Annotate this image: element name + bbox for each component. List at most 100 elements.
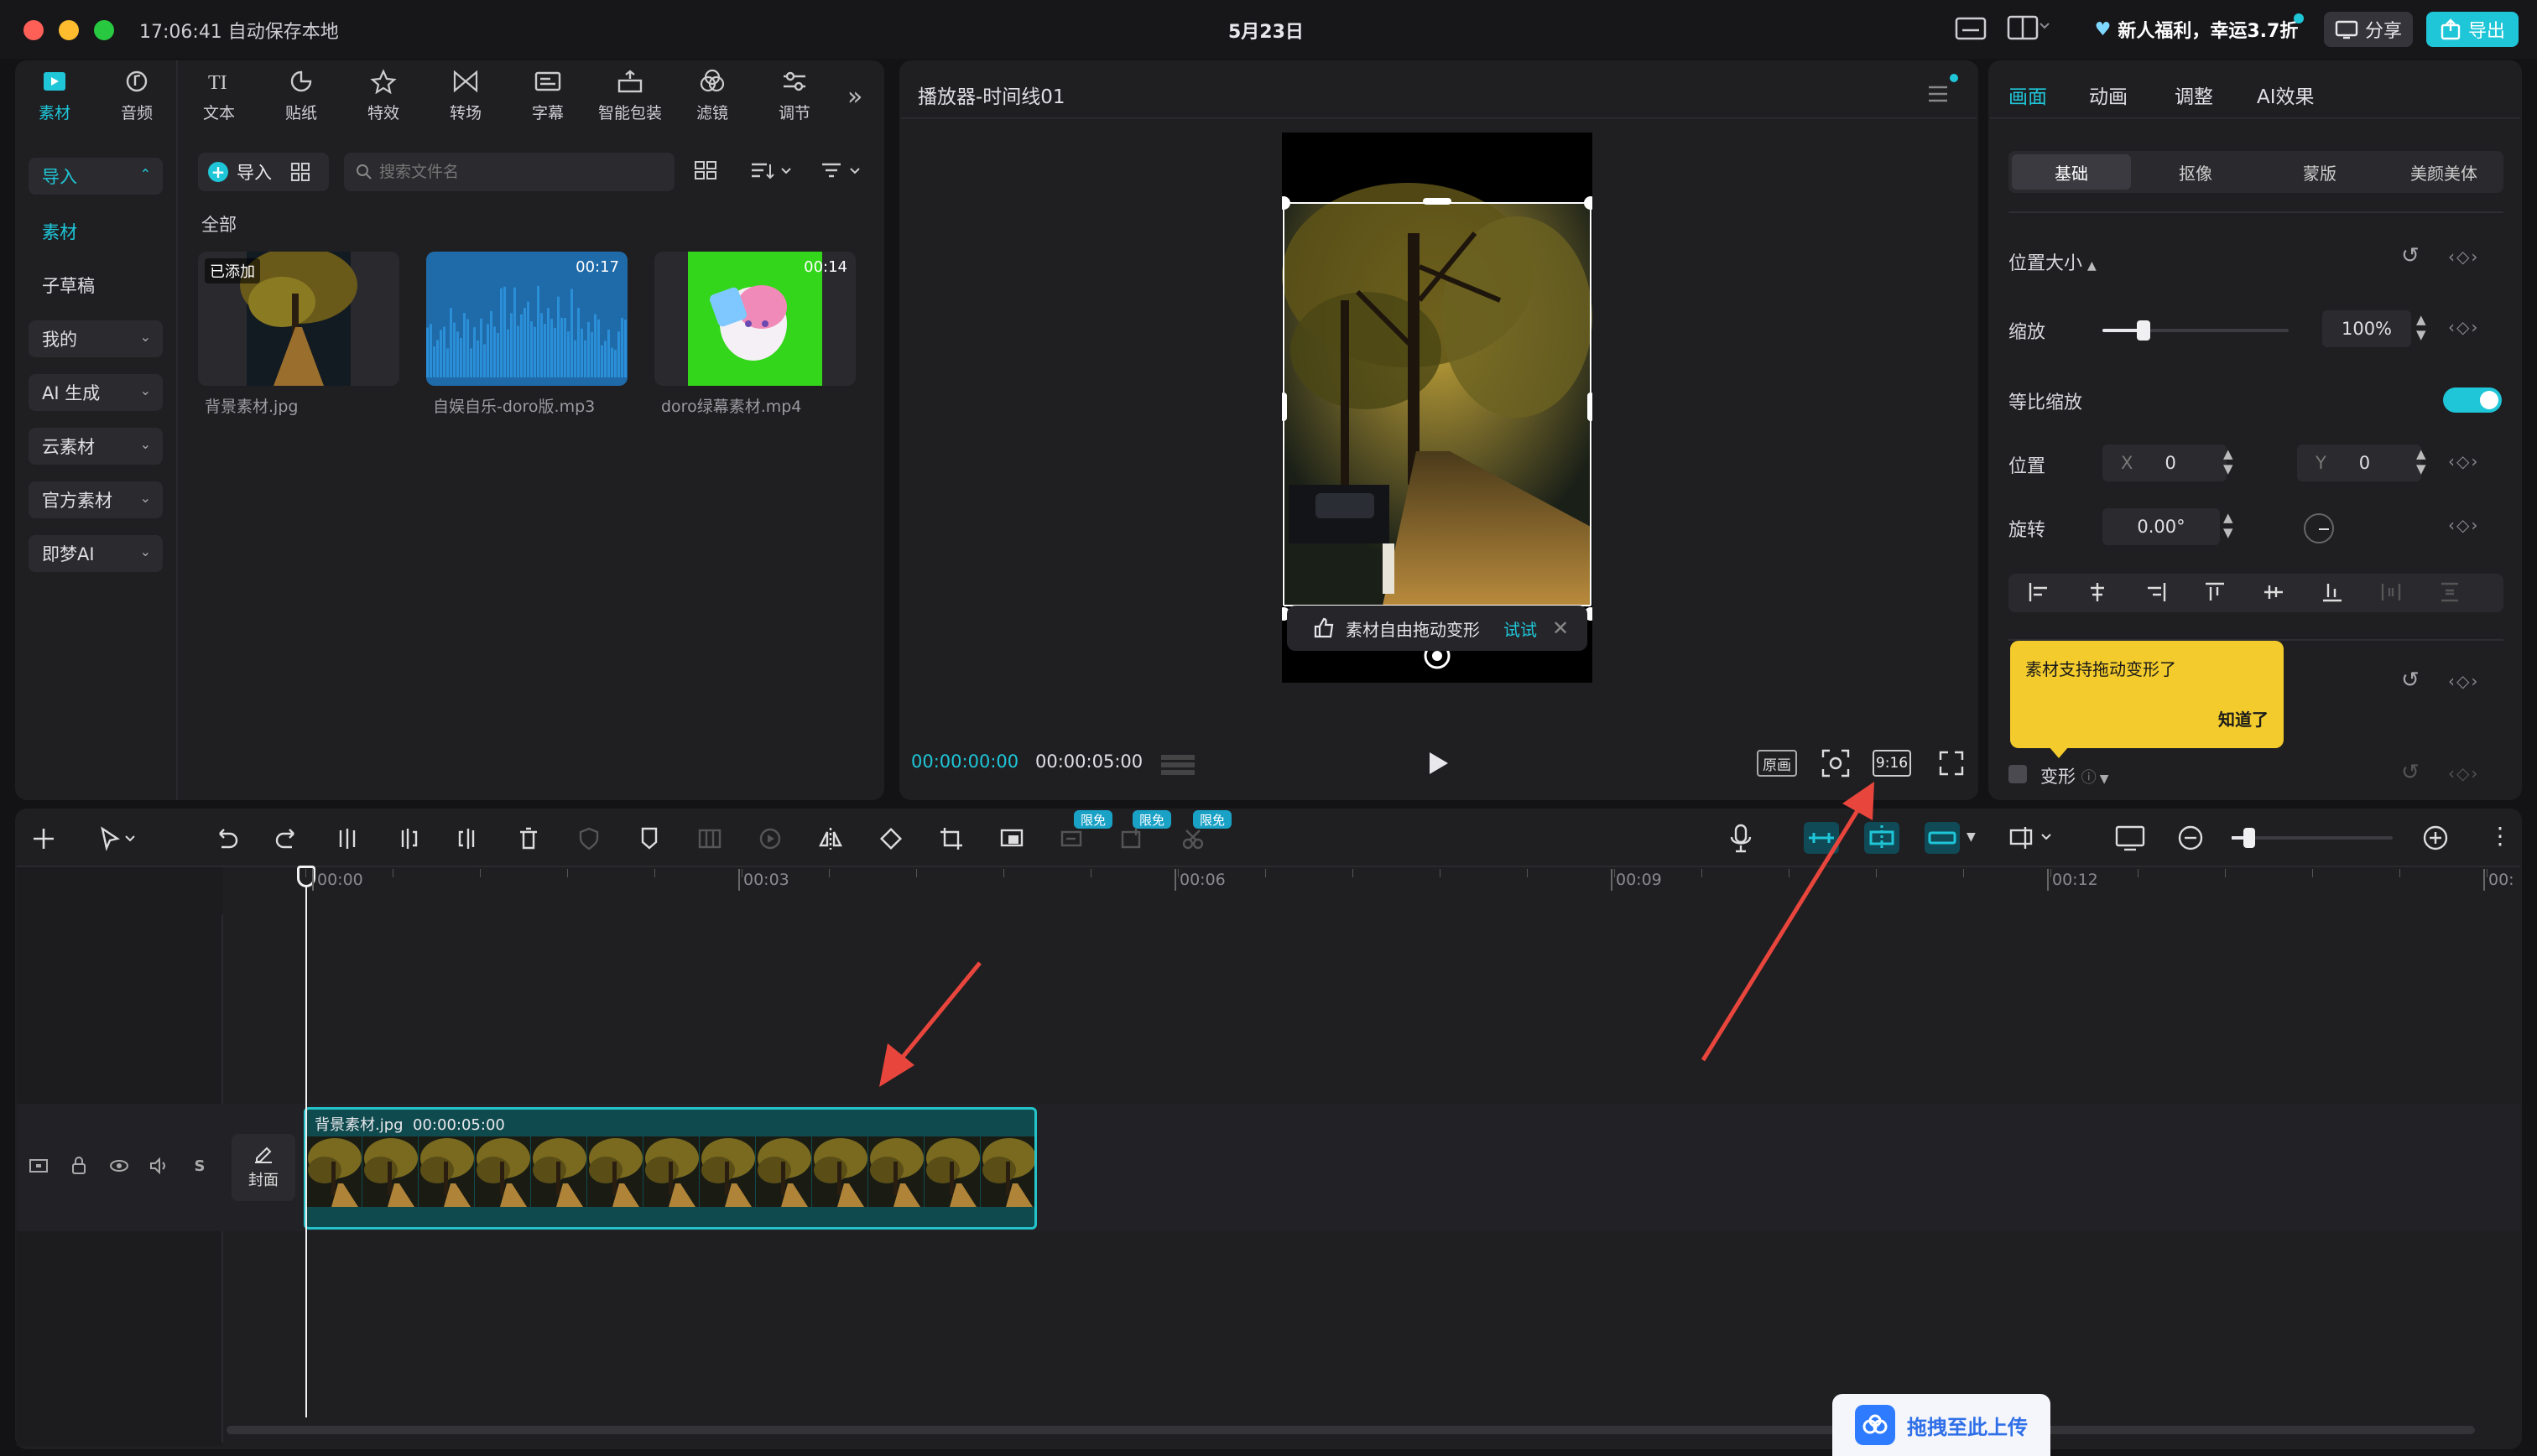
distribute-v-icon[interactable] xyxy=(2438,580,2461,604)
nav-item-0[interactable]: 导入 ⌃ xyxy=(29,158,163,195)
tab-sticker[interactable]: 贴纸 xyxy=(263,69,339,126)
keyframe-nav-icon[interactable]: ‹◇› xyxy=(2448,763,2479,783)
search-input[interactable] xyxy=(379,163,656,181)
reset-icon[interactable]: ↺ xyxy=(2401,760,2420,785)
transform-checkbox[interactable] xyxy=(2008,765,2027,783)
share-button[interactable]: 分享 xyxy=(2324,12,2413,47)
shortcut-icon[interactable] xyxy=(1955,15,1987,42)
sort-icon[interactable] xyxy=(748,158,795,183)
view-mode-icon[interactable] xyxy=(693,158,722,183)
tab-effects[interactable]: 特效 xyxy=(346,69,421,126)
distribute-h-icon[interactable] xyxy=(2379,580,2403,604)
align-center-v-icon[interactable] xyxy=(2262,580,2285,604)
freeze-icon[interactable] xyxy=(691,820,728,857)
zoom-out-icon[interactable] xyxy=(2176,824,2205,852)
screen-icon[interactable] xyxy=(2114,824,2146,852)
resize-icon[interactable] xyxy=(993,820,1030,857)
help-icon[interactable]: ⓘ xyxy=(2081,769,2097,787)
undo-icon[interactable] xyxy=(208,820,245,857)
media-item-greenscreen[interactable]: 00:14 xyxy=(654,252,856,386)
marker-icon[interactable] xyxy=(631,820,668,857)
scale-value-field[interactable]: 100% xyxy=(2322,310,2411,347)
scale-slider-knob[interactable] xyxy=(2136,320,2150,341)
reset-icon[interactable]: ↺ xyxy=(2401,668,2420,693)
timeline-scrollbar[interactable] xyxy=(227,1426,2475,1434)
smart-crop-icon[interactable] xyxy=(1114,820,1151,857)
rotate-dial[interactable] xyxy=(2304,513,2334,543)
keyframe-nav-icon[interactable]: ‹◇› xyxy=(2448,451,2479,471)
scale-stepper-icon[interactable]: ▲ ▼ xyxy=(2416,312,2426,342)
add-track-icon[interactable] xyxy=(25,820,62,857)
keyframe-nav-icon[interactable]: ‹◇› xyxy=(2448,317,2479,337)
redo-icon[interactable] xyxy=(268,820,305,857)
nav-item-1[interactable]: 素材 xyxy=(29,213,163,250)
export-button[interactable]: 导出 xyxy=(2426,12,2519,47)
nav-item-2[interactable]: 子草稿 xyxy=(29,267,163,304)
reset-icon[interactable]: ↺ xyxy=(2401,243,2420,268)
scale-slider-track[interactable] xyxy=(2102,320,2289,341)
tab-transition[interactable]: 转场 xyxy=(428,69,503,126)
media-item-audio[interactable]: 00:17 xyxy=(426,252,628,386)
promo-banner[interactable]: ♥ 新人福利，幸运3.7折 xyxy=(2094,12,2304,47)
crop-icon[interactable] xyxy=(933,820,970,857)
keyframe-nav-icon[interactable]: ‹◇› xyxy=(2448,671,2479,691)
align-center-h-icon[interactable] xyxy=(2086,580,2109,604)
nav-item-6[interactable]: 官方素材 ⌄ xyxy=(29,481,163,518)
keyframe-nav-icon[interactable]: ‹◇› xyxy=(2448,247,2479,267)
more-tools-icon[interactable]: » xyxy=(847,82,862,112)
aspect-ratio-button[interactable]: 9:16 xyxy=(1873,750,1911,777)
align-left-icon[interactable] xyxy=(2027,580,2050,604)
inspector-subtab-3[interactable]: 美颜美体 xyxy=(2384,154,2503,190)
split-left-icon[interactable] xyxy=(389,820,426,857)
rotate-icon[interactable] xyxy=(873,820,909,857)
track-visibility-icon[interactable] xyxy=(27,1154,50,1178)
linkage-icon[interactable] xyxy=(1925,822,1960,854)
solo-icon[interactable]: S xyxy=(188,1154,211,1178)
position-x-field[interactable]: X 0 xyxy=(2102,445,2227,481)
tab-subtitle[interactable]: 字幕 xyxy=(510,69,586,126)
position-y-field[interactable]: Y 0 xyxy=(2297,445,2421,481)
inspector-tab-3[interactable]: AI效果 xyxy=(2257,81,2315,109)
more-icon[interactable]: ⋮ xyxy=(2488,822,2512,850)
rotate-value-field[interactable]: 0.00° xyxy=(2102,508,2220,545)
tab-text[interactable]: TI 文本 xyxy=(181,69,257,126)
minimize-window-button[interactable] xyxy=(59,20,79,40)
inspector-tab-0[interactable]: 画面 xyxy=(2008,81,2047,109)
tab-smart-pack[interactable]: 智能包装 xyxy=(592,69,668,126)
nav-item-7[interactable]: 即梦AI ⌄ xyxy=(29,535,163,572)
import-button[interactable]: + 导入 xyxy=(198,153,329,191)
rotate-stepper-icon[interactable]: ▲ ▼ xyxy=(2223,510,2233,540)
zoom-in-icon[interactable] xyxy=(2421,824,2450,852)
cover-button[interactable]: 封面 xyxy=(232,1134,295,1201)
search-box[interactable] xyxy=(344,153,675,191)
media-item-bg-image[interactable]: 已添加 xyxy=(198,252,399,386)
microphone-icon[interactable] xyxy=(1728,824,1753,854)
caret-up-icon[interactable]: ▲ xyxy=(2087,259,2097,273)
close-window-button[interactable] xyxy=(23,20,44,40)
nav-item-4[interactable]: AI 生成 ⌄ xyxy=(29,374,163,411)
filter-icon[interactable] xyxy=(819,158,866,183)
zoom-window-button[interactable] xyxy=(94,20,114,40)
zoom-slider-knob[interactable] xyxy=(2243,828,2255,848)
preview-axis-icon[interactable] xyxy=(2008,824,2055,852)
align-top-icon[interactable] xyxy=(2203,580,2227,604)
inspector-tab-2[interactable]: 调整 xyxy=(2175,81,2213,109)
inspector-subtab-1[interactable]: 抠像 xyxy=(2136,154,2255,190)
layout-icon[interactable] xyxy=(2007,13,2050,44)
tab-media[interactable]: 素材 xyxy=(17,69,92,126)
timecode-grid-icon[interactable] xyxy=(1159,751,1196,777)
speaker-icon[interactable] xyxy=(148,1154,171,1178)
keyframe-nav-icon[interactable]: ‹◇› xyxy=(2448,515,2479,535)
video-clip[interactable]: 背景素材.jpg 00:00:05:00 xyxy=(304,1107,1037,1230)
align-right-icon[interactable] xyxy=(2144,580,2168,604)
original-quality-button[interactable]: 原画 xyxy=(1757,750,1797,777)
select-pointer-icon[interactable] xyxy=(92,820,146,857)
chevron-down-icon[interactable]: ▼ xyxy=(1967,830,1976,844)
fullscreen-icon[interactable] xyxy=(1938,750,1965,777)
inspector-subtab-0[interactable]: 基础 xyxy=(2012,154,2131,190)
split-right-icon[interactable] xyxy=(450,820,487,857)
player-menu-icon[interactable] xyxy=(1926,82,1950,106)
player-canvas[interactable] xyxy=(1282,133,1592,683)
delete-icon[interactable] xyxy=(510,820,547,857)
play-button[interactable] xyxy=(1426,750,1450,777)
